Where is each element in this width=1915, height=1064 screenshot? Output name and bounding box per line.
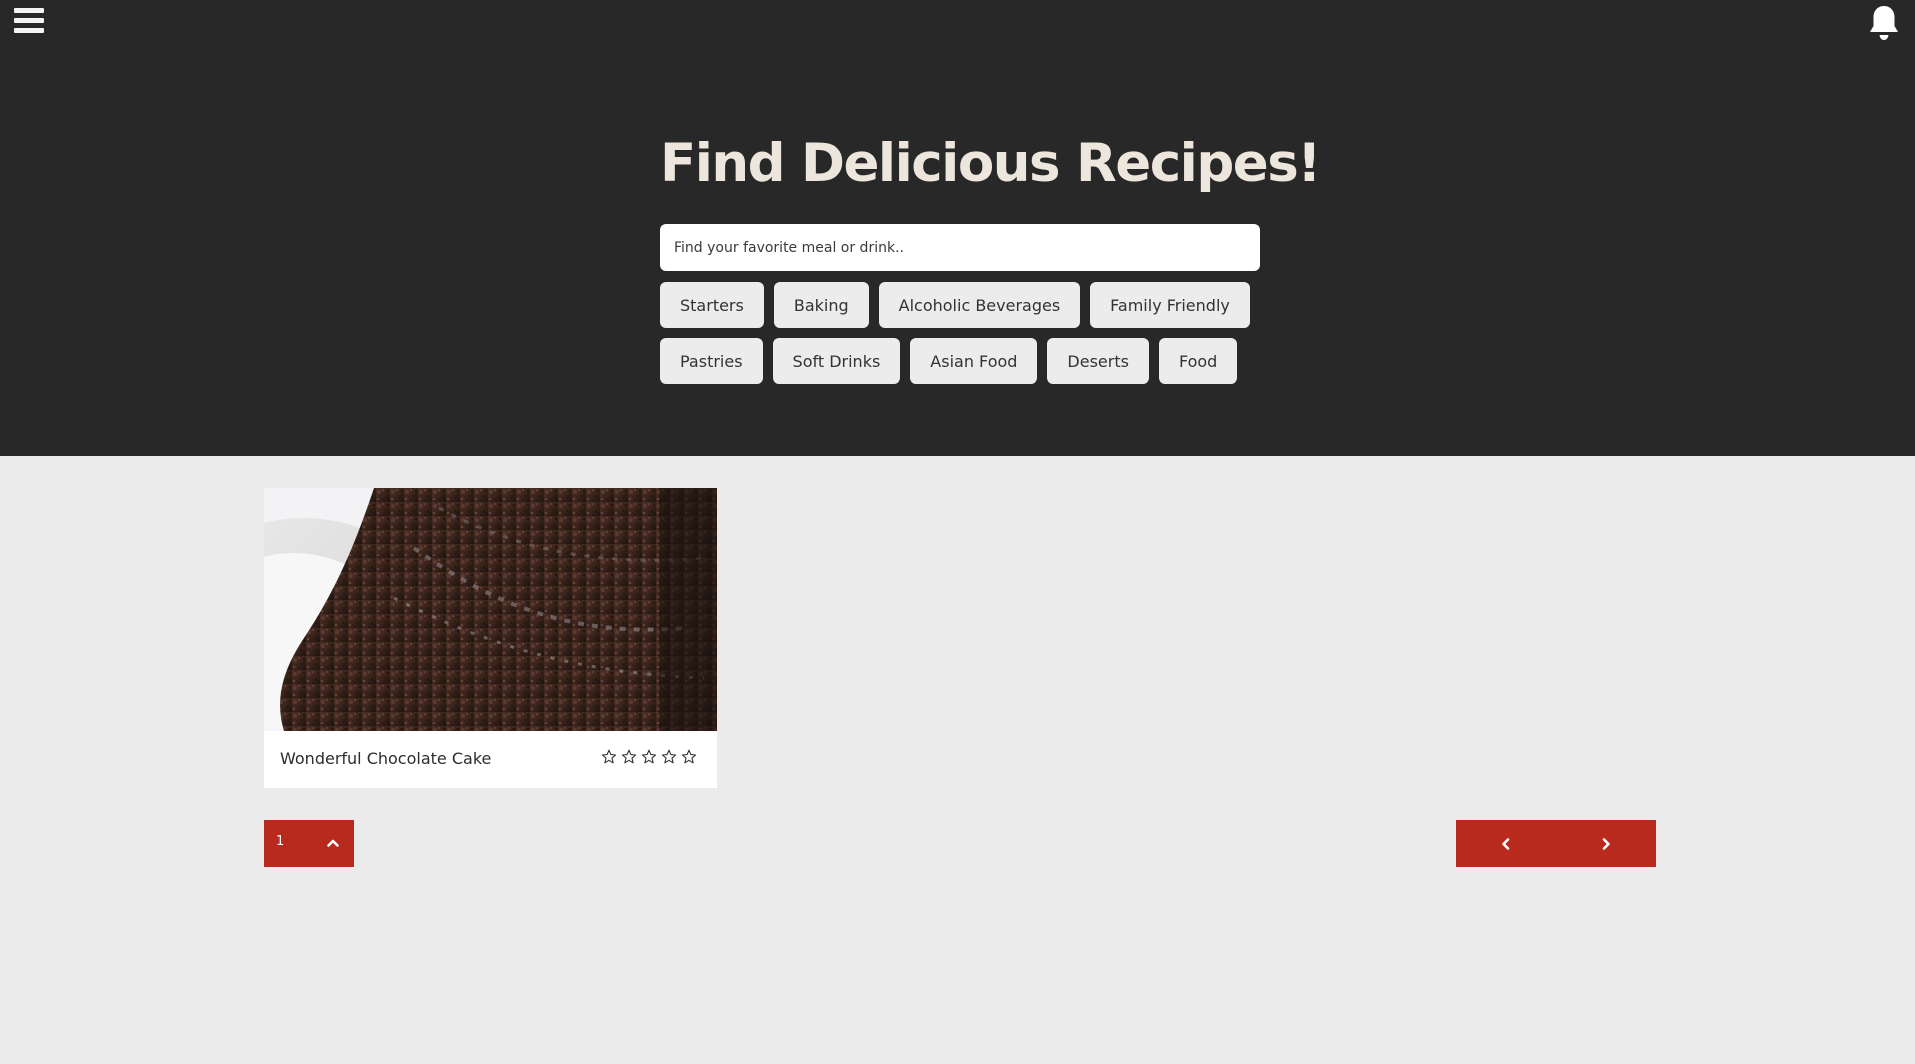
recipe-image — [264, 488, 717, 731]
category-chip-family-friendly[interactable]: Family Friendly — [1090, 282, 1250, 328]
page-size-value: 1 — [276, 834, 285, 849]
category-chip-deserts[interactable]: Deserts — [1047, 338, 1149, 384]
category-chip-food[interactable]: Food — [1158, 338, 1238, 384]
star-icon[interactable] — [641, 749, 657, 765]
star-icon[interactable] — [661, 749, 677, 765]
bell-icon[interactable] — [1867, 4, 1901, 42]
hero-header: Find Delicious Recipes! Starters Baking … — [0, 0, 1915, 456]
recipe-title: Wonderful Chocolate Cake — [280, 749, 492, 768]
category-chip-baking[interactable]: Baking — [773, 282, 869, 328]
page-size-select[interactable]: 1 — [264, 820, 354, 867]
rating-stars — [601, 749, 697, 765]
category-chip-pastries[interactable]: Pastries — [660, 338, 763, 384]
category-row-1: Starters Baking Alcoholic Beverages Fami… — [660, 282, 1250, 328]
chevron-up-icon — [327, 839, 339, 847]
category-chip-starters[interactable]: Starters — [660, 282, 764, 328]
category-chip-alcoholic-beverages[interactable]: Alcoholic Beverages — [878, 282, 1081, 328]
category-chip-soft-drinks[interactable]: Soft Drinks — [772, 338, 901, 384]
recipe-card[interactable]: Wonderful Chocolate Cake — [264, 488, 717, 788]
page-title: Find Delicious Recipes! — [660, 133, 1321, 194]
star-icon[interactable] — [601, 749, 617, 765]
recipe-card-footer: Wonderful Chocolate Cake — [264, 731, 717, 788]
hamburger-menu-icon[interactable] — [14, 8, 44, 36]
chevron-right-icon — [1602, 837, 1610, 850]
star-icon[interactable] — [681, 749, 697, 765]
search-input[interactable] — [660, 224, 1260, 271]
category-chip-asian-food[interactable]: Asian Food — [910, 338, 1038, 384]
category-row-2: Pastries Soft Drinks Asian Food Deserts … — [660, 338, 1238, 384]
chevron-left-icon — [1502, 837, 1510, 850]
star-icon[interactable] — [621, 749, 637, 765]
pagination-controls — [1456, 820, 1656, 867]
next-page-button[interactable] — [1556, 820, 1656, 867]
previous-page-button[interactable] — [1456, 820, 1556, 867]
